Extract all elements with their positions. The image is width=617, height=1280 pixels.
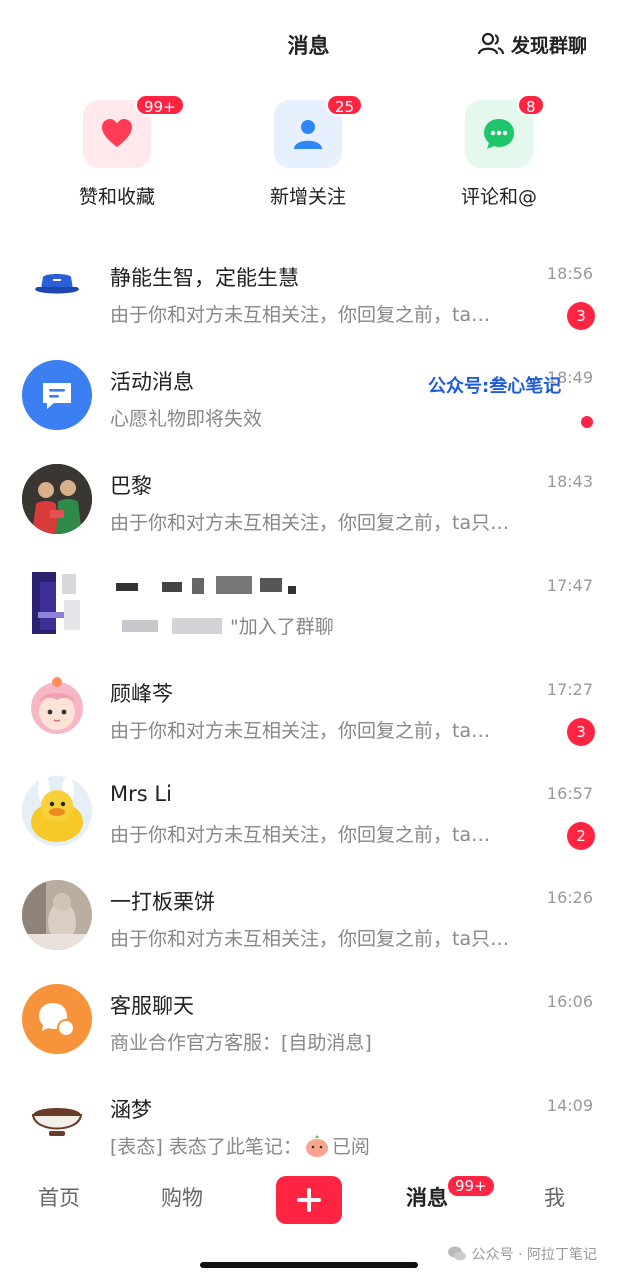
conversation-row[interactable]: 客服聊天 16:06 商业合作官方客服：[自助消息] xyxy=(0,976,617,1080)
bowl-avatar xyxy=(22,1088,92,1158)
create-post-button[interactable] xyxy=(276,1176,342,1224)
customer-service-icon xyxy=(22,984,92,1054)
footer-watermark-text: 公众号 · 阿拉丁笔记 xyxy=(471,1247,597,1263)
discover-groups-label: 发现群聊 xyxy=(510,34,587,57)
conversation-preview: [表态] 表态了此笔记： 已阅 xyxy=(110,1132,555,1159)
conversation-name: 静能生智，定能生慧 xyxy=(110,266,299,290)
conversation-time: 16:26 xyxy=(546,888,593,907)
conversation-time: 16:06 xyxy=(546,992,593,1011)
redacted-text-block xyxy=(122,618,222,634)
overlay-watermark: 公众号:叁心笔记 xyxy=(428,376,562,397)
new-followers-shortcut[interactable]: 25 新增关注 xyxy=(233,94,383,209)
unread-dot xyxy=(581,416,593,428)
preview-text: "加入了群聊 xyxy=(230,616,334,638)
conversation-name: 客服聊天 xyxy=(110,994,194,1018)
conversation-time: 18:56 xyxy=(546,264,593,283)
conversation-preview: 商业合作官方客服：[自助消息] xyxy=(110,1032,372,1054)
conversation-preview: "加入了群聊 xyxy=(110,612,555,639)
conversation-name: 活动消息 xyxy=(110,370,194,394)
preview-tail-text: 已阅 xyxy=(331,1136,370,1158)
likes-badge: 99+ xyxy=(135,94,185,116)
conversation-name: 顾峰芩 xyxy=(110,682,173,706)
comments-and-mentions-shortcut[interactable]: 8 评论和@ xyxy=(424,94,574,209)
conversation-time: 17:27 xyxy=(546,680,593,699)
conversation-preview: 由于你和对方未互相关注，你回复之前，ta… xyxy=(110,720,491,742)
bottom-tab-bar: 首页 购物 消息 99+ 我 xyxy=(0,1168,617,1232)
comments-badge: 8 xyxy=(517,94,545,116)
conversation-preview: 心愿礼物即将失效 xyxy=(110,408,263,430)
conversation-row[interactable]: 静能生智，定能生慧 18:56 由于你和对方未互相关注，你回复之前，ta… 3 xyxy=(0,248,617,352)
comments-tile: 8 xyxy=(465,94,545,168)
tab-me[interactable]: 我 xyxy=(544,1182,565,1212)
likes-and-saves-shortcut[interactable]: 99+ 赞和收藏 xyxy=(42,94,192,209)
conversation-time: 18:43 xyxy=(546,472,593,491)
unread-count-badge: 3 xyxy=(567,302,595,330)
pixelated-avatar xyxy=(22,568,92,638)
home-indicator xyxy=(200,1262,418,1268)
conversation-name-redacted xyxy=(110,574,300,603)
peach-sticker-icon xyxy=(305,1135,328,1157)
conversation-name: Mrs Li xyxy=(110,782,172,806)
wechat-icon xyxy=(447,1246,466,1261)
conversation-preview: 由于你和对方未互相关注，你回复之前，ta… xyxy=(110,824,491,846)
conversation-row[interactable]: 一打板栗饼 16:26 由于你和对方未互相关注，你回复之前，ta只… xyxy=(0,872,617,976)
conversation-row[interactable]: 巴黎 18:43 由于你和对方未互相关注，你回复之前，ta只… xyxy=(0,456,617,560)
conversation-preview: 由于你和对方未互相关注，你回复之前，ta… xyxy=(110,304,491,326)
user-icon xyxy=(294,120,322,149)
plus-icon xyxy=(297,1188,321,1212)
conversation-time: 16:57 xyxy=(546,784,593,803)
likes-label: 赞和收藏 xyxy=(78,186,155,208)
discover-groups-button[interactable]: 发现群聊 xyxy=(477,30,587,58)
conversation-time: 14:09 xyxy=(546,1096,593,1115)
activity-message-icon xyxy=(22,360,92,430)
conversation-row[interactable]: 17:47 "加入了群聊 xyxy=(0,560,617,664)
followers-tile: 25 xyxy=(274,94,364,168)
preview-text: [表态] 表态了此笔记： xyxy=(110,1136,302,1158)
conversation-time: 17:47 xyxy=(546,576,593,595)
messages-tab-badge: 99+ xyxy=(446,1174,496,1198)
bucket-hat-avatar xyxy=(22,256,92,326)
tab-messages[interactable]: 消息 xyxy=(406,1182,448,1212)
unread-count-badge: 3 xyxy=(567,718,595,746)
unread-count-badge: 2 xyxy=(567,822,595,850)
tab-shopping[interactable]: 购物 xyxy=(161,1182,203,1212)
tab-home[interactable]: 首页 xyxy=(38,1182,80,1212)
notification-shortcuts: 99+ 赞和收藏 25 新增关注 8 评论和@ xyxy=(0,94,617,226)
likes-tile: 99+ xyxy=(83,94,185,168)
followers-badge: 25 xyxy=(326,94,364,116)
duck-avatar xyxy=(22,776,92,846)
chat-bubble-icon xyxy=(484,119,514,149)
heart-icon xyxy=(102,119,132,147)
cat-photo-avatar xyxy=(22,880,92,950)
conversation-name: 巴黎 xyxy=(110,474,152,498)
followers-label: 新增关注 xyxy=(269,186,346,208)
photo-avatar xyxy=(22,464,92,534)
conversation-name: 涵梦 xyxy=(110,1098,152,1122)
group-user-icon xyxy=(477,32,505,55)
conversation-row[interactable]: 活动消息 18:49 心愿礼物即将失效 xyxy=(0,352,617,456)
header: 消息 发现群聊 xyxy=(0,0,617,80)
conversation-name: 一打板栗饼 xyxy=(110,890,215,914)
anime-girl-avatar xyxy=(22,672,92,742)
conversation-row[interactable]: 顾峰芩 17:27 由于你和对方未互相关注，你回复之前，ta… 3 xyxy=(0,664,617,768)
conversation-row[interactable]: Mrs Li 16:57 由于你和对方未互相关注，你回复之前，ta… 2 xyxy=(0,768,617,872)
footer-watermark: 公众号 · 阿拉丁笔记 xyxy=(447,1244,597,1264)
conversation-preview: 由于你和对方未互相关注，你回复之前，ta只… xyxy=(110,512,510,534)
comments-label: 评论和@ xyxy=(460,186,537,208)
conversation-preview: 由于你和对方未互相关注，你回复之前，ta只… xyxy=(110,928,510,950)
